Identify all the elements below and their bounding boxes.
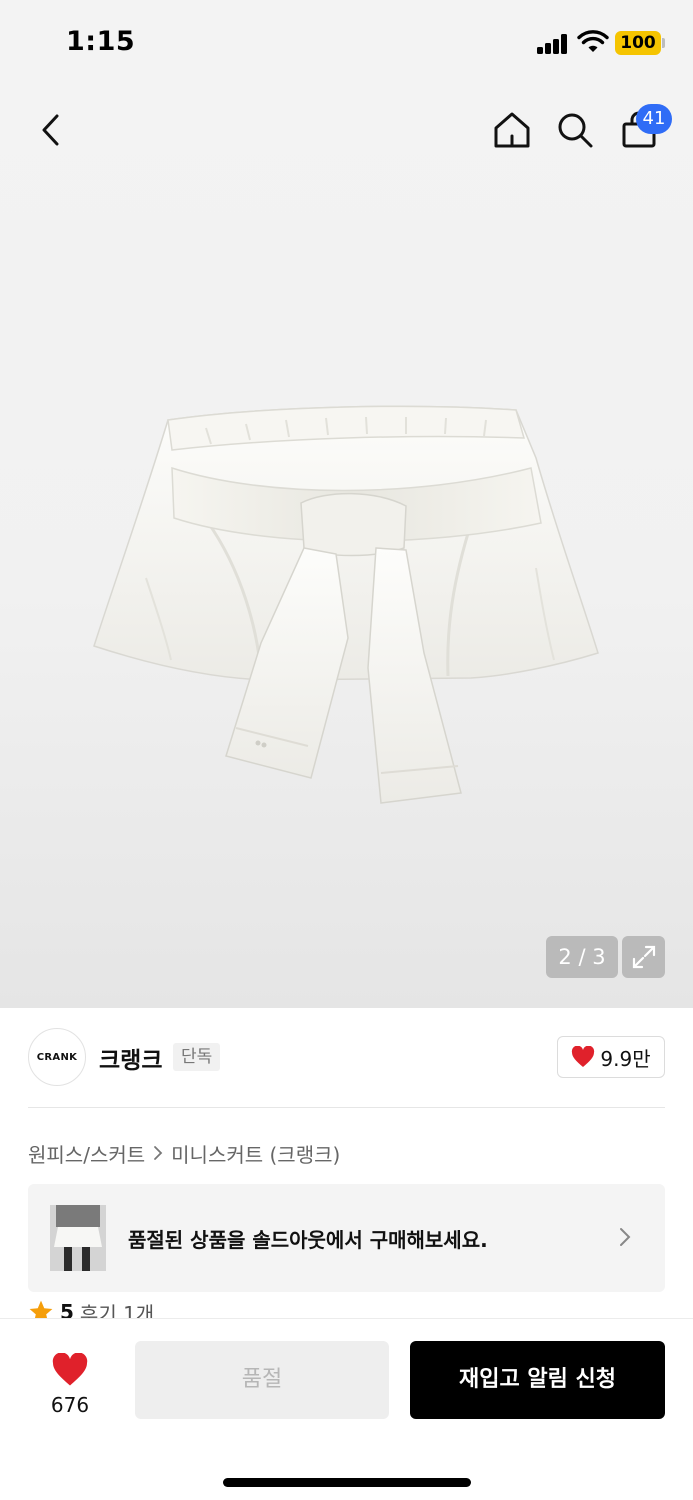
- status-time: 1:15: [66, 26, 136, 57]
- battery-nub: [662, 38, 665, 48]
- bottom-action-bar: 676 품절 재입고 알림 신청: [0, 1318, 693, 1500]
- brand-row: CRANK 크랭크 단독 9.9만: [28, 1028, 665, 1086]
- divider: [28, 1107, 665, 1108]
- exclusive-tag: 단독: [173, 1043, 221, 1071]
- banner-text: 품절된 상품을 솔드아웃에서 구매해보세요.: [128, 1228, 488, 1252]
- search-button[interactable]: [547, 102, 603, 158]
- wifi-icon: [577, 30, 609, 54]
- brand-like-button[interactable]: 9.9만: [557, 1036, 665, 1078]
- chevron-right-icon: [153, 1145, 163, 1161]
- soldout-button: 품절: [135, 1341, 389, 1419]
- wish-count: 676: [50, 1393, 90, 1417]
- back-button[interactable]: [22, 102, 78, 158]
- expand-icon: [632, 945, 655, 969]
- brand-logo-text: CRANK: [36, 1051, 78, 1063]
- battery-icon: 100: [615, 31, 661, 55]
- back-arrow-icon: [42, 114, 59, 146]
- breadcrumb: 원피스/스커트 미니스커트 (크랭크): [28, 1138, 340, 1168]
- cart-count-badge: 41: [636, 104, 672, 134]
- expand-button[interactable]: [622, 936, 665, 978]
- image-counter: 2 / 3: [546, 936, 618, 978]
- product-gallery[interactable]: 41 2 / 3: [0, 88, 693, 1008]
- brand-name[interactable]: 크랭크: [99, 1041, 162, 1075]
- home-icon: [494, 112, 530, 148]
- home-indicator[interactable]: [223, 1478, 471, 1487]
- status-bar: 1:15 100: [0, 0, 693, 88]
- home-button[interactable]: [484, 102, 540, 158]
- banner-thumbnail: [50, 1205, 106, 1271]
- brand-like-count: 9.9만: [600, 1046, 651, 1071]
- wishlist-button[interactable]: 676: [28, 1343, 112, 1427]
- breadcrumb-subcategory[interactable]: 미니스커트 (크랭크): [171, 1139, 340, 1168]
- product-image[interactable]: [86, 398, 606, 818]
- brand-logo[interactable]: CRANK: [28, 1028, 86, 1086]
- breadcrumb-category[interactable]: 원피스/스커트: [28, 1139, 145, 1168]
- heart-icon: [52, 1353, 88, 1386]
- restock-alert-button[interactable]: 재입고 알림 신청: [410, 1341, 665, 1419]
- signal-icon: [537, 34, 569, 54]
- soldout-banner[interactable]: 품절된 상품을 솔드아웃에서 구매해보세요.: [28, 1184, 665, 1292]
- search-icon: [558, 113, 593, 148]
- heart-icon: [572, 1046, 595, 1067]
- chevron-right-icon: [618, 1226, 632, 1252]
